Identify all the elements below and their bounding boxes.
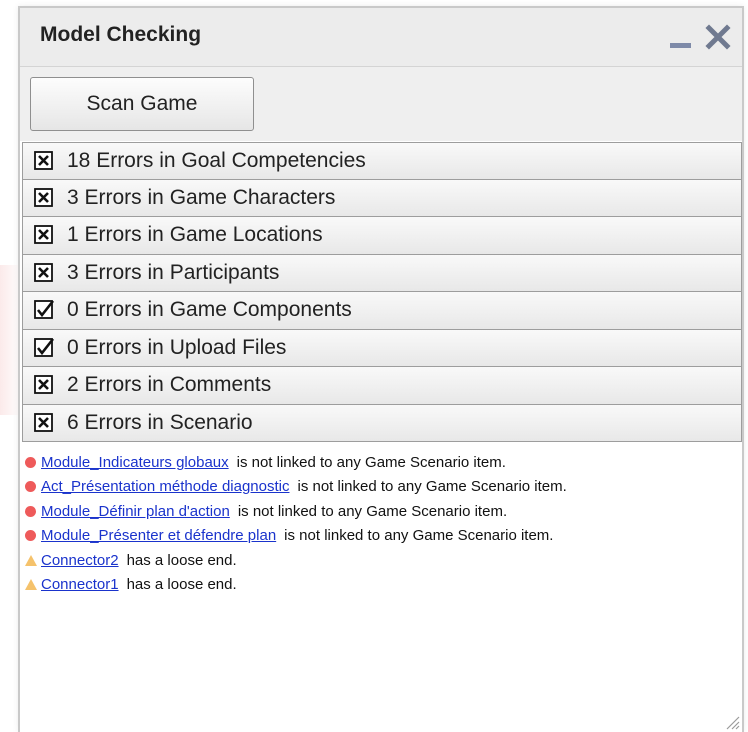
section-row[interactable]: 2 Errors in Comments (22, 367, 742, 405)
section-row[interactable]: 6 Errors in Scenario (22, 404, 742, 442)
error-dot-icon (24, 530, 37, 542)
checkbox-x-icon (34, 262, 53, 282)
error-dot-icon (24, 505, 37, 517)
issue-message: has a loose end. (126, 551, 237, 569)
close-icon[interactable] (705, 24, 731, 50)
scan-game-button[interactable]: Scan Game (30, 77, 254, 131)
issue-message: is not linked to any Game Scenario item. (237, 502, 508, 520)
model-checking-panel: Model Checking Scan Game 18 Errors in Go… (18, 6, 744, 732)
checkbox-x-icon (34, 187, 53, 207)
section-row[interactable]: 1 Errors in Game Locations (22, 217, 742, 255)
issue-link[interactable]: Connector2 (41, 552, 119, 569)
checkbox-x-icon (34, 150, 53, 170)
checkbox-check-icon (34, 337, 55, 357)
issue-row: Connector2 has a loose end. (24, 548, 738, 573)
issue-list: Module_Indicateurs globaux is not linked … (24, 450, 738, 597)
issue-row: Module_Présenter et défendre plan is not … (24, 524, 738, 549)
issue-link[interactable]: Act_Présentation méthode diagnostic (41, 478, 290, 495)
section-row[interactable]: 0 Errors in Game Components (22, 292, 742, 330)
title-bar: Model Checking (20, 8, 742, 67)
minimize-icon[interactable] (668, 24, 694, 50)
section-label: 18 Errors in Goal Competencies (67, 148, 366, 172)
section-row[interactable]: 3 Errors in Participants (22, 254, 742, 292)
section-label: 3 Errors in Participants (67, 260, 280, 284)
issue-row: Module_Indicateurs globaux is not linked … (24, 450, 738, 475)
section-label: 6 Errors in Scenario (67, 410, 253, 434)
checkbox-x-icon (34, 225, 53, 245)
section-row[interactable]: 18 Errors in Goal Competencies (22, 142, 742, 180)
issue-link[interactable]: Module_Indicateurs globaux (41, 454, 229, 471)
toolbar: Scan Game (20, 67, 742, 141)
section-label: 0 Errors in Upload Files (67, 335, 287, 359)
error-dot-icon (24, 456, 37, 468)
issue-message: is not linked to any Game Scenario item. (236, 453, 506, 471)
section-list: 18 Errors in Goal Competencies 3 Errors i… (22, 142, 742, 442)
issue-row: Act_Présentation méthode diagnostic is no… (24, 475, 738, 500)
section-label: 1 Errors in Game Locations (67, 223, 323, 247)
issue-message: is not linked to any Game Scenario item. (297, 478, 567, 496)
warning-triangle-icon (24, 554, 37, 566)
section-row[interactable]: 3 Errors in Game Characters (22, 179, 742, 217)
section-label: 2 Errors in Comments (67, 373, 272, 397)
issue-row: Connector1 has a loose end. (24, 573, 738, 598)
checkbox-x-icon (34, 375, 53, 395)
panel-title: Model Checking (40, 23, 202, 46)
issue-message: has a loose end. (126, 576, 237, 594)
section-label: 3 Errors in Game Characters (67, 185, 336, 209)
issue-link[interactable]: Module_Présenter et défendre plan (41, 527, 276, 544)
issue-link[interactable]: Connector1 (41, 576, 119, 593)
issue-link[interactable]: Module_Définir plan d'action (41, 503, 230, 520)
checkbox-check-icon (34, 300, 55, 320)
resize-grip-icon[interactable] (722, 712, 740, 730)
section-row[interactable]: 0 Errors in Upload Files (22, 329, 742, 367)
checkbox-x-icon (34, 412, 53, 432)
issue-row: Module_Définir plan d'action is not linke… (24, 499, 738, 524)
section-label: 0 Errors in Game Components (67, 298, 352, 322)
error-dot-icon (24, 481, 37, 493)
issue-message: is not linked to any Game Scenario item. (284, 527, 554, 545)
warning-triangle-icon (24, 579, 37, 591)
